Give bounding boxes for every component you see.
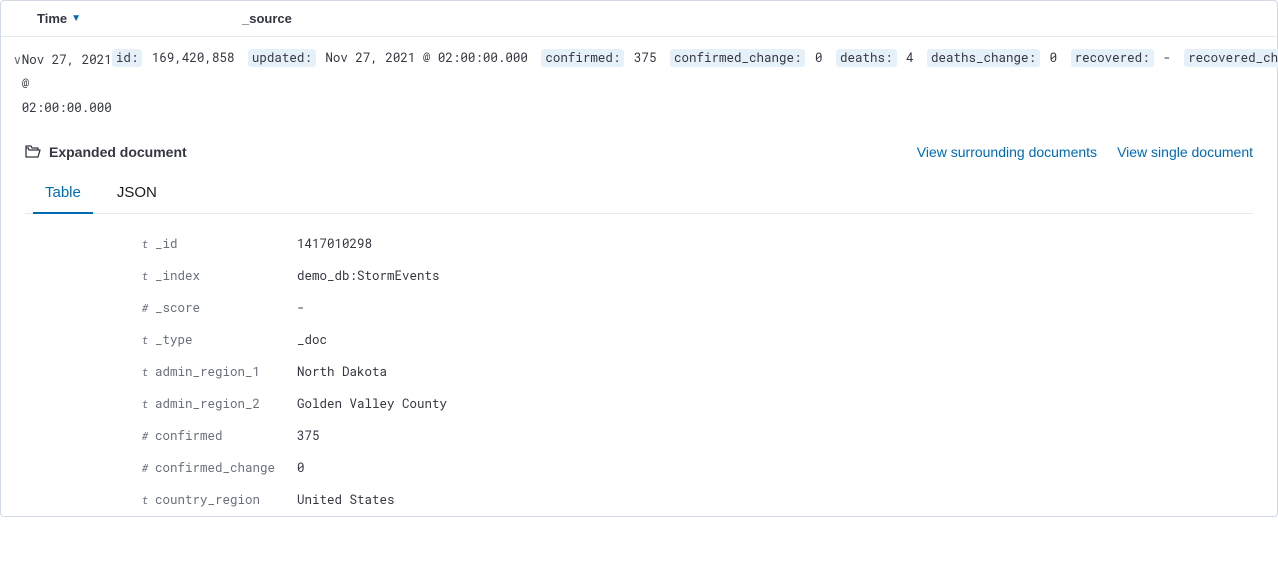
- source-field-key: confirmed_change:: [670, 49, 806, 67]
- field-value: United States: [297, 492, 395, 508]
- field-name: confirmed: [155, 428, 297, 444]
- field-type-icon: t: [135, 364, 155, 379]
- folder-open-icon: [25, 145, 41, 159]
- source-field-value: 0: [807, 50, 830, 66]
- field-type-icon: t: [135, 332, 155, 347]
- source-field-value: Nov 27, 2021 @ 02:00:00.000: [318, 50, 536, 66]
- field-type-icon: #: [135, 428, 155, 443]
- field-value: demo_db:StormEvents: [297, 268, 440, 284]
- table-header: Time ▼ _source: [1, 1, 1277, 37]
- field-row: #confirmed_change0: [135, 452, 1253, 484]
- document-links: View surrounding documents View single d…: [917, 144, 1253, 160]
- field-name: _index: [155, 268, 297, 284]
- time-column-header[interactable]: Time ▼: [37, 11, 242, 26]
- field-type-icon: t: [135, 396, 155, 411]
- field-value: -: [297, 300, 305, 316]
- expand-column-header: [13, 11, 37, 26]
- field-row: #_score -: [135, 292, 1253, 324]
- source-field-key: confirmed:: [541, 49, 624, 67]
- field-value: North Dakota: [297, 364, 387, 380]
- expanded-title-text: Expanded document: [49, 144, 187, 160]
- field-value: 1417010298: [297, 236, 372, 252]
- source-field-value: 4: [899, 50, 922, 66]
- tab-json[interactable]: JSON: [113, 174, 161, 213]
- source-column-header[interactable]: _source: [242, 11, 1265, 26]
- expanded-title: Expanded document: [25, 144, 187, 160]
- field-row: #confirmed375: [135, 420, 1253, 452]
- source-field-key: recovered_change:: [1184, 49, 1278, 67]
- field-type-icon: t: [135, 492, 155, 507]
- field-type-icon: t: [135, 236, 155, 251]
- source-cell: id: 169,420,858 updated: Nov 27, 2021 @ …: [112, 47, 1278, 120]
- source-header-label: _source: [242, 11, 292, 26]
- field-row: t_indexdemo_db:StormEvents: [135, 260, 1253, 292]
- source-field-value: 169,420,858: [144, 50, 242, 66]
- field-type-icon: #: [135, 460, 155, 475]
- source-field-key: recovered:: [1071, 49, 1154, 67]
- source-field-key: deaths:: [836, 49, 897, 67]
- field-value: 375: [297, 428, 320, 444]
- field-value: _doc: [297, 332, 327, 348]
- field-type-icon: #: [135, 300, 155, 315]
- field-name: _id: [155, 236, 297, 252]
- field-name: _type: [155, 332, 297, 348]
- source-field-value: -: [1156, 50, 1179, 66]
- expanded-document: Expanded document View surrounding docum…: [1, 126, 1277, 516]
- field-value: Golden Valley County: [297, 396, 447, 412]
- view-single-link[interactable]: View single document: [1117, 144, 1253, 160]
- expanded-header: Expanded document View surrounding docum…: [25, 144, 1253, 160]
- source-field-key: updated:: [248, 49, 316, 67]
- tab-table[interactable]: Table: [41, 174, 85, 213]
- table-row: ∨ Nov 27, 2021 @ 02:00:00.000 id: 169,42…: [1, 37, 1277, 126]
- field-name: _score: [155, 300, 297, 316]
- time-cell: Nov 27, 2021 @ 02:00:00.000: [22, 47, 112, 120]
- expand-toggle-icon[interactable]: ∨: [13, 47, 22, 120]
- field-row: tadmin_region_2Golden Valley County: [135, 388, 1253, 420]
- sort-desc-icon: ▼: [71, 13, 81, 24]
- field-row: tcountry_regionUnited States: [135, 484, 1253, 516]
- field-value: 0: [297, 460, 305, 476]
- field-type-icon: t: [135, 268, 155, 283]
- source-field-key: deaths_change:: [927, 49, 1040, 67]
- document-panel: Time ▼ _source ∨ Nov 27, 2021 @ 02:00:00…: [0, 0, 1278, 517]
- field-name: confirmed_change: [155, 460, 297, 476]
- field-table: t_id1417010298t_indexdemo_db:StormEvents…: [25, 214, 1253, 516]
- doc-view-tabs: Table JSON: [25, 174, 1253, 214]
- field-row: t_id1417010298: [135, 228, 1253, 260]
- field-name: admin_region_2: [155, 396, 297, 412]
- view-surrounding-link[interactable]: View surrounding documents: [917, 144, 1097, 160]
- field-row: t_type_doc: [135, 324, 1253, 356]
- field-name: country_region: [155, 492, 297, 508]
- source-field-value: 375: [626, 50, 664, 66]
- source-field-key: id:: [112, 49, 143, 67]
- field-row: tadmin_region_1North Dakota: [135, 356, 1253, 388]
- source-field-value: 0: [1042, 50, 1065, 66]
- field-name: admin_region_1: [155, 364, 297, 380]
- time-header-label: Time: [37, 11, 67, 26]
